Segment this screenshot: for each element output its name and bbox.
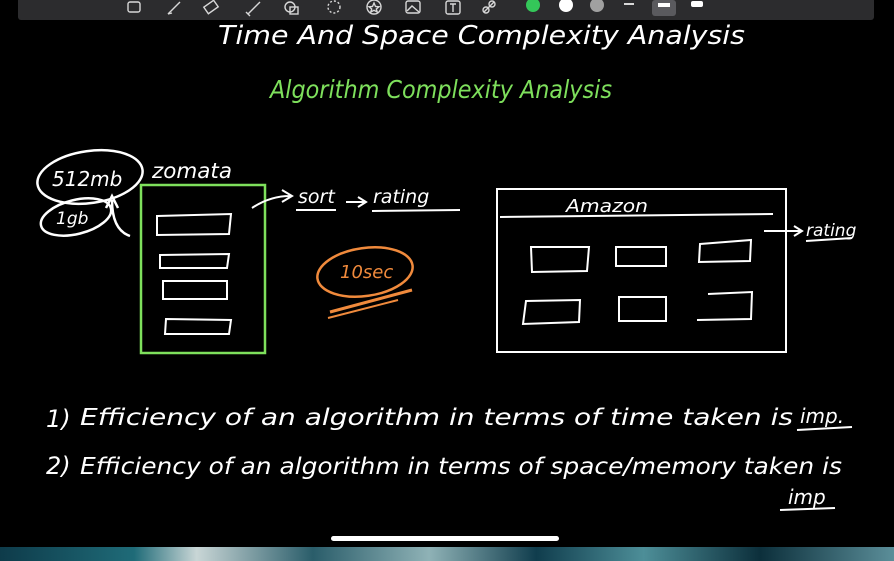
page-subtitle: Algorithm Complexity Analysis <box>268 75 612 104</box>
memory-512-label: 512mb <box>52 167 122 191</box>
zomato-item-1 <box>156 212 233 237</box>
amazon-rating-arrow <box>764 225 804 237</box>
point-2: 2) Efficiency of an algorithm in terms o… <box>46 452 842 511</box>
point-2-number: 2) <box>46 452 71 480</box>
home-indicator[interactable] <box>331 536 559 541</box>
wallpaper-strip <box>0 547 894 561</box>
note-canvas[interactable]: Time And Space Complexity Analysis Algor… <box>0 0 894 561</box>
rating-label: rating <box>373 186 429 208</box>
point-2-emphasis: imp <box>788 485 826 509</box>
rating-underline <box>371 209 461 212</box>
count-label: 10sec <box>340 262 393 283</box>
amazon-label: Amazon <box>565 196 648 217</box>
sort-to-rating-arrow <box>346 196 368 208</box>
point-1-emphasis: imp. <box>800 404 844 428</box>
amazon-item-4 <box>521 298 582 326</box>
sort-arrow <box>251 189 294 209</box>
amazon-item-6 <box>696 290 754 321</box>
page-title: Time And Space Complexity Analysis <box>218 21 745 51</box>
amazon-item-5 <box>618 296 667 322</box>
point-1-text: Efficiency of an algorithm in terms of t… <box>80 405 793 431</box>
amazon-section: Amazon rating <box>496 188 857 353</box>
amazon-item-2 <box>615 246 667 267</box>
count-underline <box>329 288 413 314</box>
zomato-section: 512mb 1gb zomata sort rating 10sec <box>36 148 461 355</box>
point-1: 1) Efficiency of an algorithm in terms o… <box>46 404 853 433</box>
amazon-item-1 <box>529 246 591 274</box>
amazon-item-3 <box>697 238 753 264</box>
memory-1gb-label: 1gb <box>56 209 88 229</box>
zomato-item-2 <box>159 252 231 269</box>
zomato-item-4 <box>163 317 233 335</box>
point-2-text: Efficiency of an algorithm in terms of s… <box>80 454 842 480</box>
zomato-label: zomata <box>151 159 232 183</box>
sort-label: sort <box>298 186 336 208</box>
point-1-number: 1) <box>46 405 71 433</box>
zomato-item-3 <box>162 280 228 300</box>
